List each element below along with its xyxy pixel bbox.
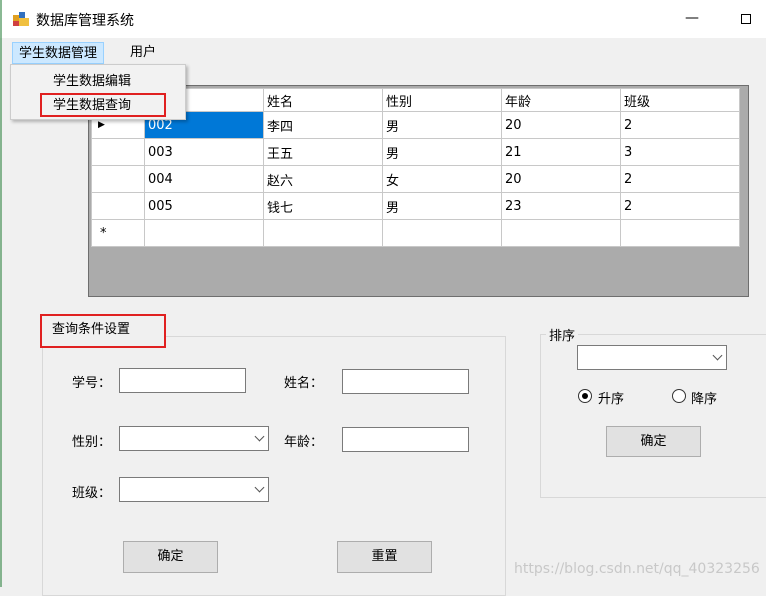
cell-age[interactable]: 20 [501,111,621,139]
table-row[interactable]: 004 赵六 女 20 2 [91,165,740,193]
age-label: 年龄： [284,435,324,450]
window-title: 数据库管理系统 [36,13,134,29]
new-row[interactable]: * [91,219,740,247]
cell-age[interactable]: 20 [501,165,621,193]
cell-name[interactable]: 王五 [263,138,383,166]
menu-student-management[interactable]: 学生数据管理 [12,42,105,64]
desc-radio[interactable] [672,389,686,403]
column-header-class[interactable]: 班级 [620,88,740,112]
new-cell[interactable] [501,219,621,247]
cell-id[interactable]: 003 [144,138,264,166]
left-edge [0,0,2,587]
menu-bar [0,38,766,64]
new-cell[interactable] [620,219,740,247]
cell-id[interactable]: 004 [144,165,264,193]
cell-class[interactable]: 2 [620,111,740,139]
cell-name[interactable]: 李四 [263,111,383,139]
menu-user[interactable]: 用户 [124,42,162,64]
cell-class[interactable]: 3 [620,138,740,166]
chevron-down-icon [254,482,265,493]
sex-select[interactable] [119,426,269,451]
query-group-title: 查询条件设置 [40,314,166,348]
asc-label[interactable]: 升序 [598,388,624,407]
app-window: 数据库管理系统 — 学生数据管理 用户 姓名 性别 年龄 班级 ▶ 002 李四… [0,0,766,596]
class-label: 班级： [72,486,112,501]
cell-sex[interactable]: 男 [382,138,502,166]
new-cell[interactable] [263,219,383,247]
sex-label: 性别： [72,435,112,450]
new-cell[interactable] [382,219,502,247]
row-header[interactable] [91,192,145,220]
maximize-icon [741,14,751,24]
cell-sex[interactable]: 女 [382,165,502,193]
cell-age[interactable]: 21 [501,138,621,166]
cell-name[interactable]: 赵六 [263,165,383,193]
column-header-name[interactable]: 姓名 [263,88,383,112]
sort-group-title: 排序 [546,325,579,344]
menu-item-student-edit[interactable]: 学生数据编辑 [11,71,187,93]
student-data-grid[interactable]: 姓名 性别 年龄 班级 ▶ 002 李四 男 20 2 003 王五 男 21 … [88,85,749,297]
row-header[interactable] [91,138,145,166]
row-header[interactable] [91,165,145,193]
cell-id[interactable]: 005 [144,192,264,220]
age-input[interactable] [342,427,469,452]
cell-class[interactable]: 2 [620,165,740,193]
watermark: https://blog.csdn.net/qq_40323256 [514,561,760,577]
grid-header-row: 姓名 性别 年龄 班级 [91,88,740,112]
cell-name[interactable]: 钱七 [263,192,383,220]
column-header-sex[interactable]: 性别 [382,88,502,112]
name-input[interactable] [342,369,469,394]
app-icon [13,12,29,26]
cell-age[interactable]: 23 [501,192,621,220]
student-id-input[interactable] [119,368,246,393]
query-confirm-button[interactable]: 确定 [123,541,218,573]
class-select[interactable] [119,477,269,502]
cell-sex[interactable]: 男 [382,111,502,139]
name-label: 姓名： [284,376,324,391]
table-row[interactable]: ▶ 002 李四 男 20 2 [91,111,740,139]
chevron-down-icon [712,350,723,361]
chevron-down-icon [254,431,265,442]
query-reset-button[interactable]: 重置 [337,541,432,573]
highlight-frame [40,93,166,117]
column-header-age[interactable]: 年龄 [501,88,621,112]
cell-class[interactable]: 2 [620,192,740,220]
student-id-label: 学号： [72,376,112,391]
cell-sex[interactable]: 男 [382,192,502,220]
sort-confirm-button[interactable]: 确定 [606,426,701,457]
asc-radio[interactable] [578,389,592,403]
table-row[interactable]: 005 钱七 男 23 2 [91,192,740,220]
maximize-button[interactable] [737,8,757,28]
new-cell[interactable] [144,219,264,247]
minimize-button[interactable]: — [682,8,702,28]
sort-field-select[interactable] [577,345,727,370]
new-row-marker-icon[interactable]: * [91,219,145,247]
desc-label[interactable]: 降序 [691,388,717,407]
table-row[interactable]: 003 王五 男 21 3 [91,138,740,166]
